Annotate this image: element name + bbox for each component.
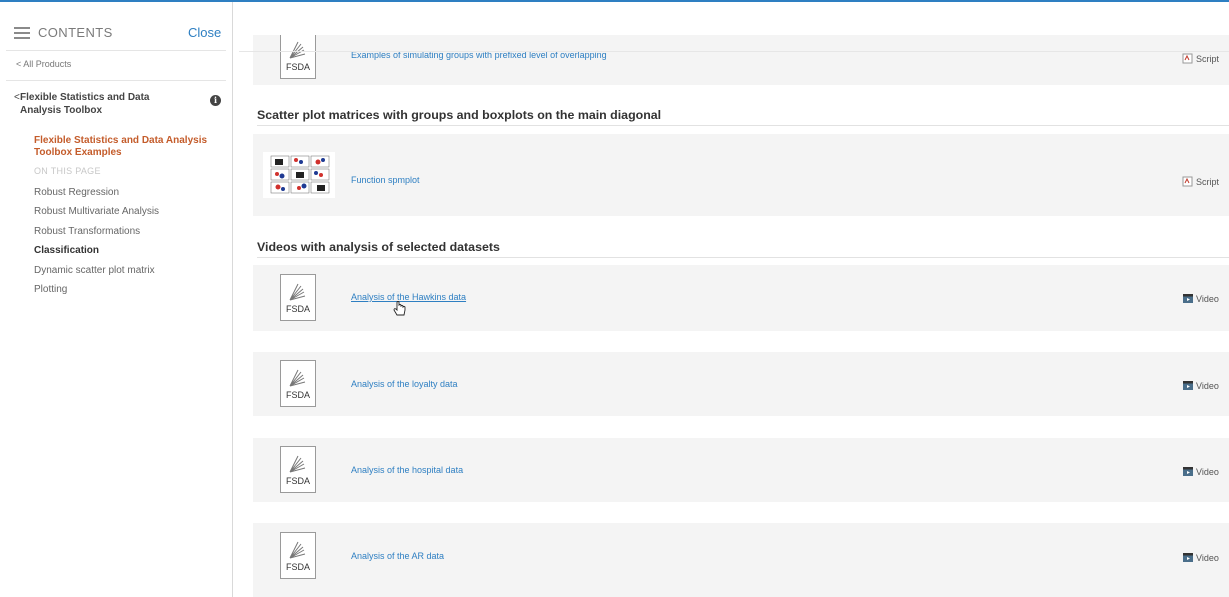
video-icon [1183,381,1193,391]
contents-label: CONTENTS [38,25,113,40]
main-content: FSDA Examples of simulating groups with … [233,2,1229,597]
toc-item-robust-transformations[interactable]: Robust Transformations [34,222,159,241]
spmplot-thumbnail [263,152,335,198]
video-link-loyalty[interactable]: Analysis of the loyalty data [351,379,458,389]
on-this-page-label: ON THIS PAGE [34,166,101,176]
type-indicator: Video [1182,549,1219,563]
info-icon[interactable]: i [210,95,221,106]
type-indicator: Script [1182,50,1219,64]
type-indicator: Script [1182,173,1219,187]
video-card: FSDA Analysis of the Hawkins data Video [253,265,1229,331]
close-button[interactable]: Close [188,25,221,40]
video-link-hospital[interactable]: Analysis of the hospital data [351,465,463,475]
example-card: Function spmplot Script [253,134,1229,216]
toolbox-title-text: Flexible Statistics and Data Analysis To… [20,92,150,116]
video-icon [1183,294,1193,304]
all-products-link[interactable]: < All Products [16,59,71,69]
hamburger-icon[interactable] [14,27,30,39]
toc-item-robust-regression[interactable]: Robust Regression [34,183,159,202]
section-title-videos: Videos with analysis of selected dataset… [257,240,500,254]
hand-cursor-icon [393,301,406,316]
script-icon [1182,176,1193,187]
header-divider [239,51,1229,52]
type-indicator: Video [1182,290,1219,304]
toc-item-dynamic-scatter[interactable]: Dynamic scatter plot matrix [34,261,159,280]
fsda-logo: FSDA [280,35,316,79]
divider [6,50,226,51]
current-page-title: Flexible Statistics and Data Analysis To… [34,135,208,158]
toc-item-classification[interactable]: Classification [34,241,159,260]
divider [6,80,226,81]
function-spmplot-link[interactable]: Function spmplot [351,175,420,185]
toc-item-plotting[interactable]: Plotting [34,280,159,299]
fsda-logo: FSDA [280,446,316,493]
example-card: FSDA Examples of simulating groups with … [253,35,1229,85]
fsda-logo: FSDA [280,532,316,579]
fsda-logo: FSDA [280,360,316,407]
video-icon [1183,553,1193,563]
toolbox-title-link[interactable]: < Flexible Statistics and Data Analysis … [14,91,190,117]
section-divider [257,125,1229,126]
fsda-logo: FSDA [280,274,316,321]
script-icon [1182,53,1193,64]
video-card: FSDA Analysis of the AR data Video [253,523,1229,597]
video-link-ar[interactable]: Analysis of the AR data [351,551,444,561]
video-icon [1183,467,1193,477]
section-title-scatter: Scatter plot matrices with groups and bo… [257,108,662,122]
chevron-left-icon: < [14,92,20,103]
type-indicator: Video [1182,463,1219,477]
sidebar-header: CONTENTS Close [0,2,232,50]
toc-item-robust-multivariate[interactable]: Robust Multivariate Analysis [34,202,159,221]
video-card: FSDA Analysis of the loyalty data Video [253,352,1229,416]
section-divider [257,257,1229,258]
video-card: FSDA Analysis of the hospital data Video [253,438,1229,502]
type-indicator: Video [1182,377,1219,391]
video-link-hawkins[interactable]: Analysis of the Hawkins data [351,292,466,302]
toc-list: Robust Regression Robust Multivariate An… [34,183,159,299]
contents-sidebar: CONTENTS Close < All Products < Flexible… [0,2,233,597]
